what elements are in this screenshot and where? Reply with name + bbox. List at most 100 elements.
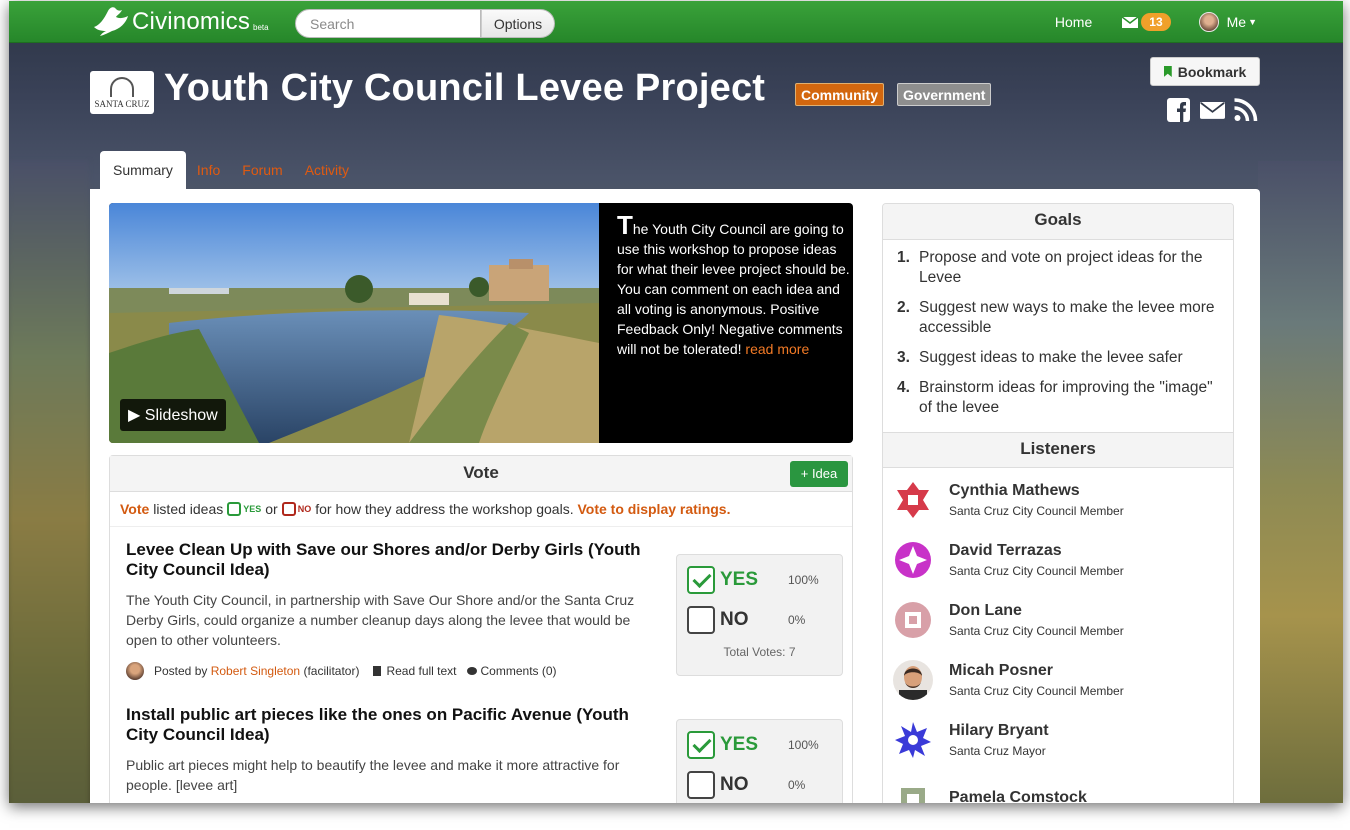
goal-text: Brainstorm ideas for improving the "imag… (919, 379, 1213, 416)
message-count-badge: 13 (1141, 13, 1171, 31)
read-more-link[interactable]: read more (745, 341, 809, 357)
instr-vote: Vote (120, 501, 150, 517)
rss-icon[interactable] (1233, 98, 1258, 122)
listeners-heading: Listeners (883, 432, 1233, 468)
slideshow-label: Slideshow (144, 407, 218, 424)
yes-label: YES (720, 569, 759, 590)
goals-heading: Goals (883, 204, 1233, 240)
listener-item[interactable]: Pamela Comstock (883, 770, 1233, 803)
lighthouse-icon (110, 76, 134, 97)
listener-item[interactable]: Cynthia Mathews Santa Cruz City Council … (883, 470, 1233, 530)
total-votes: Total Votes: 7 (723, 645, 796, 659)
santa-cruz-logo: SANTA CRUZ (90, 71, 154, 114)
idea-title[interactable]: Levee Clean Up with Save our Shores and/… (126, 540, 646, 580)
listener-role: Santa Cruz City Council Member (949, 684, 1124, 698)
background-photo-left (9, 161, 89, 803)
listener-item[interactable]: David Terrazas Santa Cruz City Council M… (883, 530, 1233, 590)
listener-name: Pamela Comstock (949, 789, 1087, 803)
author-role: (facilitator) (303, 664, 360, 678)
listener-role: Santa Cruz Mayor (949, 744, 1046, 758)
avatar (1198, 12, 1219, 32)
listener-item[interactable]: Don Lane Santa Cruz City Council Member (883, 590, 1233, 650)
mini-no: NO (281, 502, 312, 516)
bookmark-button[interactable]: Bookmark (1150, 57, 1260, 86)
mini-yes: YES (227, 502, 261, 516)
tag-community[interactable]: Community (795, 83, 884, 106)
slideshow-button[interactable]: ▶ Slideshow (120, 399, 226, 431)
home-link[interactable]: Home (1055, 14, 1092, 30)
yes-percent: 100% (788, 573, 819, 587)
avatar (893, 720, 933, 760)
search-options-button[interactable]: Options (481, 9, 555, 38)
goal-item: 2. Suggest new ways to make the levee mor… (897, 298, 1223, 338)
browser-window: Civinomics beta Options Home 13 Me ▼ (9, 1, 1343, 803)
listener-role: Santa Cruz City Council Member (949, 564, 1124, 578)
no-label: NO (720, 609, 749, 630)
listeners-list: Cynthia Mathews Santa Cruz City Council … (883, 468, 1233, 803)
goal-item: 1. Propose and vote on project ideas for … (897, 248, 1223, 288)
listener-info: Micah Posner Santa Cruz City Council Mem… (949, 662, 1124, 698)
yes-percent: 100% (788, 738, 819, 752)
tag-government[interactable]: Government (897, 83, 992, 106)
avatar (893, 600, 933, 640)
goal-number: 3. (897, 349, 910, 366)
vote-section: Vote + Idea Vote listed ideas YES or NO … (109, 455, 853, 803)
listener-item[interactable]: Micah Posner Santa Cruz City Council Mem… (883, 650, 1233, 710)
email-icon[interactable] (1200, 98, 1225, 122)
listener-role: Santa Cruz City Council Member (949, 504, 1124, 518)
read-full-link[interactable]: Read full text (386, 664, 456, 678)
goal-number: 1. (897, 249, 910, 266)
avatar (893, 540, 933, 580)
idea-title[interactable]: Install public art pieces like the ones … (126, 705, 646, 745)
org-logo-text: SANTA CRUZ (94, 98, 150, 109)
yes-checkbox[interactable] (687, 566, 715, 594)
background-photo-right (1258, 161, 1343, 803)
no-label: NO (720, 774, 749, 795)
description-dropcap: T (617, 210, 633, 240)
author-link[interactable]: Robert Singleton (211, 664, 300, 678)
tab-bar: Summary Info Forum Activity (100, 151, 360, 189)
listener-item[interactable]: Hilary Bryant Santa Cruz Mayor (883, 710, 1233, 770)
bookmark-label: Bookmark (1177, 63, 1247, 80)
main-panel: ▶ Slideshow The Youth City Council are g… (90, 189, 1260, 803)
tab-forum[interactable]: Forum (231, 151, 293, 189)
instr-ratings: Vote to display ratings. (577, 501, 731, 517)
vote-card: YES 100% NO 0% (676, 719, 843, 803)
sidebar: Goals 1. Propose and vote on project idea… (882, 203, 1234, 803)
facebook-icon[interactable] (1167, 98, 1192, 122)
envelope-icon (1122, 16, 1139, 28)
user-menu-label: Me (1226, 14, 1247, 30)
vote-yes-row[interactable]: YES 100% (687, 565, 842, 595)
mini-no-label: NO (297, 504, 312, 514)
yes-checkbox[interactable] (687, 731, 715, 759)
idea-description: The Youth City Council, in partnership w… (126, 592, 635, 648)
vote-heading: Vote (463, 463, 499, 482)
no-percent: 0% (788, 613, 806, 627)
avatar (893, 660, 933, 700)
comment-icon (466, 667, 477, 675)
vote-no-row[interactable]: NO 0% (687, 770, 842, 800)
comments-link[interactable]: Comments (0) (481, 664, 557, 678)
search-bar: Options (295, 9, 555, 38)
listener-info: Hilary Bryant Santa Cruz Mayor (949, 722, 1049, 758)
goals-list: 1. Propose and vote on project ideas for … (883, 240, 1233, 432)
tab-activity[interactable]: Activity (294, 151, 360, 189)
tab-summary[interactable]: Summary (100, 151, 186, 189)
search-input[interactable] (295, 9, 481, 38)
user-menu[interactable]: Me ▼ (1198, 12, 1257, 32)
avatar (126, 662, 144, 680)
tab-info[interactable]: Info (186, 151, 231, 189)
instr-or: or (265, 501, 278, 517)
logo-beta: beta (253, 22, 269, 32)
add-idea-button[interactable]: + Idea (790, 461, 848, 487)
top-navbar: Civinomics beta Options Home 13 Me ▼ (9, 1, 1343, 43)
goal-item: 3. Suggest ideas to make the levee safer (897, 348, 1223, 368)
civinomics-logo[interactable]: Civinomics beta (90, 5, 269, 39)
vote-no-row[interactable]: NO 0% (687, 605, 842, 635)
no-checkbox[interactable] (687, 771, 715, 799)
vote-yes-row[interactable]: YES 100% (687, 730, 842, 760)
no-checkbox[interactable] (687, 606, 715, 634)
messages-link[interactable]: 13 (1122, 13, 1171, 31)
logo-text: Civinomics (132, 8, 251, 35)
listener-info: Pamela Comstock (949, 789, 1087, 803)
